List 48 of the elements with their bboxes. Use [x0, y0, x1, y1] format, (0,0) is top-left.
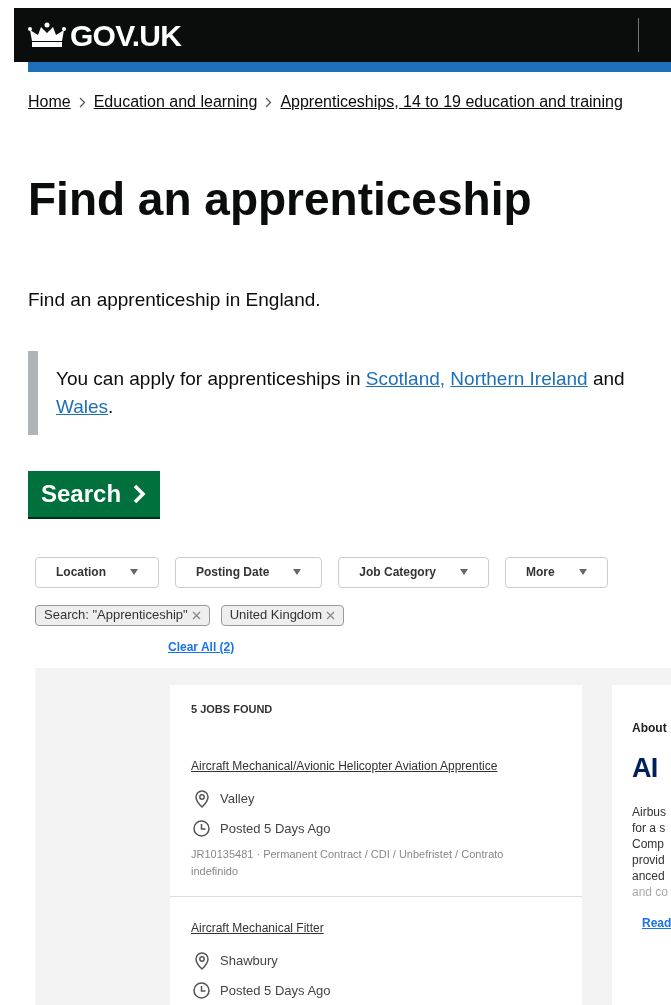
read-more-link[interactable]: Read	[642, 913, 671, 932]
dropdown-arrow-icon	[460, 569, 469, 575]
about-text-line: provid	[632, 851, 666, 868]
country-link[interactable]: Northern Ireland	[450, 367, 588, 389]
breadcrumb-link[interactable]: Home	[28, 90, 71, 114]
search-button[interactable]: Search	[28, 470, 161, 517]
filter-dropdown[interactable]: Location	[35, 556, 159, 588]
govuk-logo[interactable]: GOV.UK	[70, 12, 182, 58]
crown-icon	[28, 21, 66, 49]
clock-icon	[193, 819, 210, 837]
job-location: Valley	[220, 790, 255, 808]
location-pin-icon	[194, 951, 210, 970]
chevron-right-icon	[265, 96, 273, 108]
country-link[interactable]: Wales	[56, 395, 109, 417]
dropdown-arrow-icon	[293, 569, 302, 575]
breadcrumb-link[interactable]: Apprenticeships, 14 to 19 education and training	[280, 90, 623, 114]
country-link[interactable]: Scotland,	[365, 367, 446, 389]
about-text-line: anced	[632, 867, 666, 884]
location-pin-icon	[194, 789, 210, 808]
job-location: Shawbury	[220, 952, 278, 970]
inset-text: You can apply for apprenticeships in Scotland, Northern Ireland and Wales.	[55, 366, 626, 419]
clear-all-link[interactable]: Clear All (2)	[168, 637, 671, 656]
jobs-count: 5 JOBS FOUND	[190, 701, 274, 717]
close-icon[interactable]	[191, 610, 201, 620]
company-logo: AI	[632, 754, 659, 782]
about-text-line: Airbus	[632, 803, 667, 820]
clock-icon	[193, 981, 210, 999]
filter-dropdown[interactable]: Posting Date	[175, 556, 323, 588]
breadcrumb-link[interactable]: Education and learning	[93, 90, 258, 114]
filter-chip[interactable]: United Kingdom	[220, 604, 345, 626]
dropdown-arrow-icon	[130, 569, 138, 575]
filter-chip[interactable]: Search: "Apprenticeship"	[35, 604, 210, 626]
about-text-line: Comp	[632, 835, 665, 852]
close-icon[interactable]	[326, 610, 336, 620]
chevron-right-icon	[133, 483, 148, 504]
filter-dropdown[interactable]: More	[505, 556, 608, 588]
intro-text: Find an apprenticeship in England.	[27, 288, 322, 312]
posted-date: Posted 5 Days Ago	[220, 819, 331, 838]
chevron-right-icon	[78, 96, 86, 108]
about-text-line: for a s	[632, 819, 667, 836]
job-details: JR10135481 · Permanent Contract / CDI / Unbefristet / Contrato indefinido	[191, 847, 505, 879]
job-title-link[interactable]: Aircraft Mechanical Fitter	[191, 919, 561, 937]
about-heading: About	[632, 719, 668, 737]
dropdown-arrow-icon	[578, 569, 587, 575]
job-title-link[interactable]: Aircraft Mechanical/Avionic Helicopter Aviation Apprentice	[191, 757, 561, 775]
filter-dropdown[interactable]: Job Category	[338, 556, 490, 588]
posted-date: Posted 5 Days Ago	[220, 981, 331, 1000]
about-text-line: and co	[632, 883, 670, 900]
